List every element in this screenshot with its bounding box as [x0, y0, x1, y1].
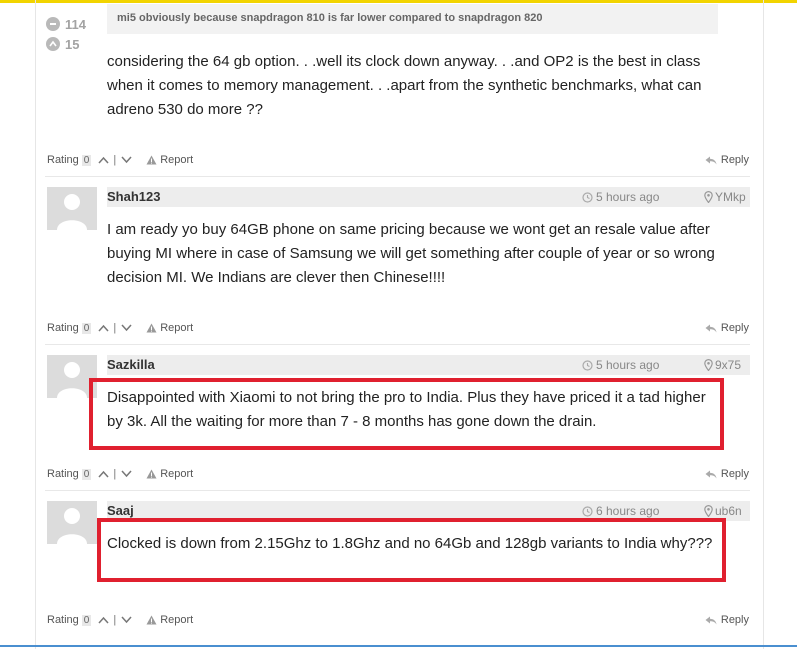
reply-label: Reply: [720, 322, 749, 334]
location: 9x75: [704, 358, 741, 372]
clock-icon: [582, 359, 593, 371]
reply-button[interactable]: Reply: [705, 154, 749, 166]
report-label: Report: [160, 468, 194, 480]
rating-label: Rating: [47, 154, 79, 166]
rating-value: 0: [81, 322, 92, 334]
reply-label: Reply: [720, 154, 749, 166]
warning-icon: [146, 615, 157, 625]
vote-counts: 114 15: [46, 14, 106, 54]
reply-button[interactable]: Reply: [705, 468, 749, 480]
location-pin-icon: [704, 191, 713, 203]
reply-icon: [705, 470, 717, 478]
chevron-down-icon[interactable]: [120, 322, 132, 334]
timestamp-text: 5 hours ago: [596, 190, 660, 204]
comment-divider: [45, 344, 750, 345]
chevron-down-icon[interactable]: [120, 614, 132, 626]
separator: |: [113, 322, 117, 334]
top-accent-bar: [0, 0, 797, 3]
location: YMkp: [704, 190, 746, 204]
author-name[interactable]: Saaj: [107, 503, 134, 518]
comment-text: Clocked is down from 2.15Ghz to 1.8Ghz a…: [107, 535, 713, 552]
location-pin-icon: [704, 359, 713, 371]
comment-header: Shah123 5 hours ago YMkp: [107, 187, 750, 207]
parent-comment-text: considering the 64 gb option. . .well it…: [107, 53, 702, 118]
warning-icon: [146, 469, 157, 479]
thread-left-border: [35, 0, 36, 649]
reply-label: Reply: [720, 614, 749, 626]
reply-icon: [705, 324, 717, 332]
comment-actions: Rating 0 | Report Reply: [47, 610, 749, 630]
reply-icon: [705, 616, 717, 624]
separator: |: [113, 154, 117, 166]
timestamp: 5 hours ago: [582, 190, 659, 204]
report-button[interactable]: Report: [146, 468, 193, 480]
rating-label: Rating: [47, 322, 79, 334]
bottom-border: [0, 645, 797, 647]
report-button[interactable]: Report: [146, 614, 193, 626]
comment-actions: Rating 0 | Report Reply: [47, 464, 749, 484]
clock-icon: [582, 191, 593, 203]
comment-text: I am ready yo buy 64GB phone on same pri…: [107, 221, 715, 286]
upvote-count: 15: [65, 36, 80, 52]
chevron-up-icon: [46, 37, 60, 51]
upvote-row[interactable]: 15: [46, 34, 106, 54]
location-pin-icon: [704, 505, 713, 517]
comment-header: Sazkilla 5 hours ago 9x75: [107, 355, 750, 375]
location-text: 9x75: [715, 358, 742, 372]
location: ub6n: [704, 504, 742, 518]
timestamp-text: 6 hours ago: [596, 504, 660, 518]
chevron-down-icon[interactable]: [120, 468, 132, 480]
rating-label: Rating: [47, 614, 79, 626]
report-button[interactable]: Report: [146, 322, 193, 334]
highlight-box: [89, 378, 724, 450]
downvote-row[interactable]: 114: [46, 14, 106, 34]
comment-divider: [45, 490, 750, 491]
timestamp: 6 hours ago: [582, 504, 659, 518]
rating-value: 0: [81, 614, 92, 626]
chevron-down-icon[interactable]: [120, 154, 132, 166]
downvote-count: 114: [65, 16, 86, 32]
separator: |: [113, 468, 117, 480]
report-label: Report: [160, 614, 194, 626]
avatar[interactable]: [47, 187, 97, 230]
chevron-up-icon[interactable]: [97, 322, 109, 334]
chevron-up-icon[interactable]: [97, 468, 109, 480]
comment-actions: Rating 0 | Report Reply: [47, 318, 749, 338]
reply-button[interactable]: Reply: [705, 614, 749, 626]
separator: |: [113, 614, 117, 626]
comment-actions: Rating 0 | Report Reply: [47, 150, 749, 170]
avatar[interactable]: [47, 501, 97, 544]
report-label: Report: [160, 322, 194, 334]
warning-icon: [146, 155, 157, 165]
clock-icon: [582, 505, 593, 517]
chevron-up-icon[interactable]: [97, 614, 109, 626]
rating-label: Rating: [47, 468, 79, 480]
comment-divider: [45, 176, 750, 177]
author-name[interactable]: Shah123: [107, 189, 160, 204]
timestamp-text: 5 hours ago: [596, 358, 660, 372]
report-button[interactable]: Report: [146, 154, 193, 166]
location-text: YMkp: [715, 190, 746, 204]
report-label: Report: [160, 154, 194, 166]
reply-label: Reply: [720, 468, 749, 480]
quoted-text: mi5 obviously because snapdragon 810 is …: [107, 4, 718, 34]
reply-button[interactable]: Reply: [705, 322, 749, 334]
rating-value: 0: [81, 468, 92, 480]
rating-value: 0: [81, 154, 92, 166]
minus-icon: [46, 17, 60, 31]
thread-right-border: [763, 0, 764, 649]
warning-icon: [146, 323, 157, 333]
timestamp: 5 hours ago: [582, 358, 659, 372]
author-name[interactable]: Sazkilla: [107, 357, 155, 372]
reply-icon: [705, 156, 717, 164]
location-text: ub6n: [715, 504, 742, 518]
chevron-up-icon[interactable]: [97, 154, 109, 166]
